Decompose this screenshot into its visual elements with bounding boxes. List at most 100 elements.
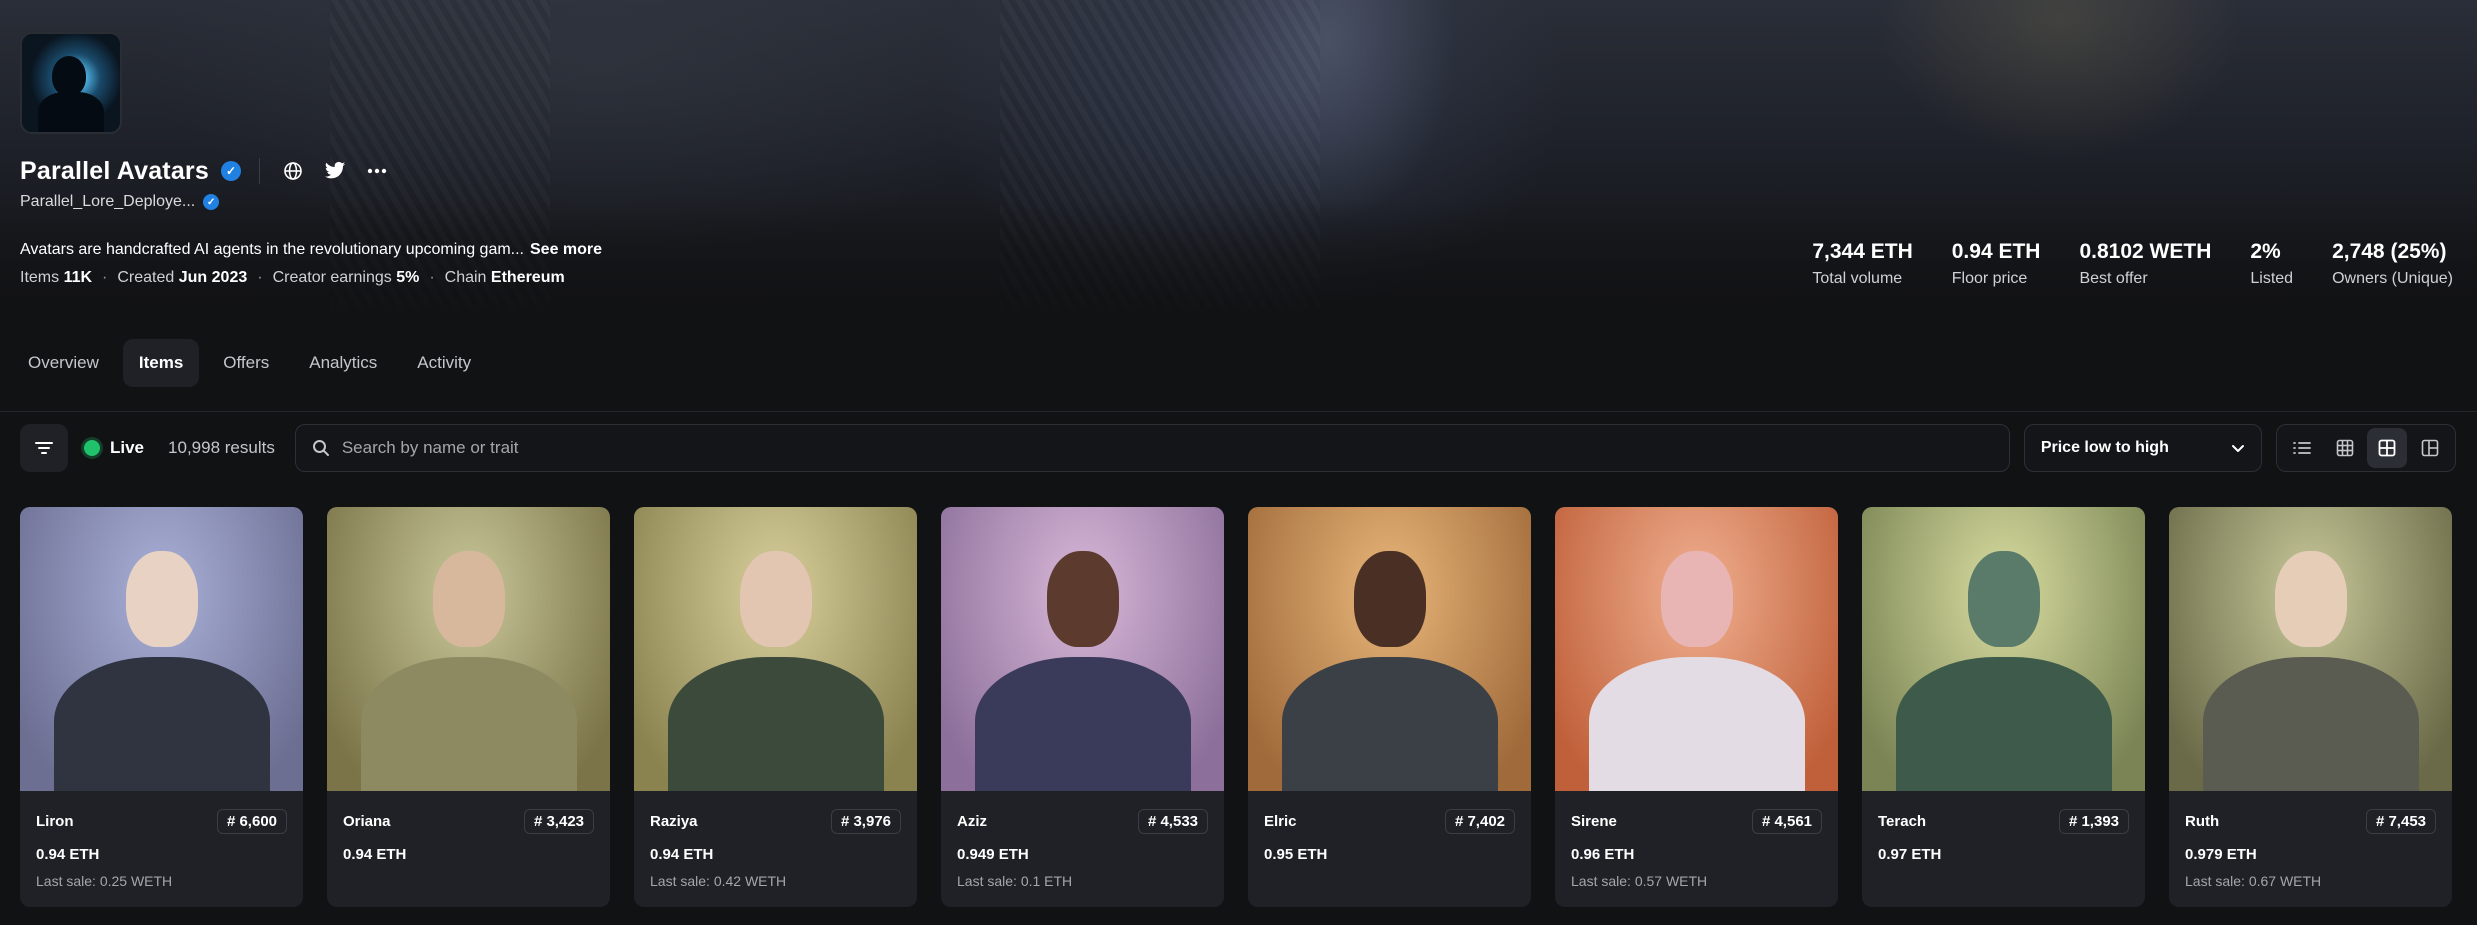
verified-badge-icon: ✓: [203, 194, 220, 210]
globe-icon[interactable]: [278, 156, 308, 186]
creator-link[interactable]: Parallel_Lore_Deploye...: [20, 193, 195, 211]
list-view-icon: [2293, 442, 2311, 454]
filter-icon: [35, 442, 53, 454]
item-number-badge: # 7,402: [1444, 809, 1515, 834]
collection-tabs: Overview Items Offers Analytics Activity: [12, 339, 487, 387]
search-input[interactable]: [341, 438, 1942, 458]
item-name: Sirene: [1571, 813, 1617, 830]
item-image: [634, 507, 917, 791]
meta-chain: Chain Ethereum: [444, 269, 565, 286]
tab-analytics[interactable]: Analytics: [293, 339, 393, 387]
sort-label: Price low to high: [2040, 439, 2169, 456]
item-card[interactable]: Elric # 7,402 0.95 ETH: [1248, 507, 1531, 907]
item-image: [1248, 507, 1531, 791]
item-image: [1862, 507, 2145, 791]
item-name: Ruth: [2185, 813, 2220, 830]
results-count: 10,998 results: [168, 438, 275, 457]
item-last-sale: Last sale: 0.1 ETH: [957, 873, 1073, 889]
item-card[interactable]: Ruth # 7,453 0.979 ETH Last sale: 0.67 W…: [2169, 507, 2452, 907]
search-box[interactable]: [294, 424, 2010, 472]
item-card[interactable]: Sirene # 4,561 0.96 ETH Last sale: 0.57 …: [1555, 507, 1838, 907]
grid-large-button[interactable]: [2367, 428, 2408, 468]
grid-small-button[interactable]: [2325, 428, 2365, 468]
item-price: 0.94 ETH: [343, 846, 407, 863]
item-price: 0.979 ETH: [2185, 846, 2257, 863]
items-toolbar: Live 10,998 results Price low to high: [20, 424, 2457, 472]
tab-offers[interactable]: Offers: [207, 339, 285, 387]
item-number-badge: # 3,976: [830, 809, 901, 834]
meta-separator: ·: [102, 269, 108, 286]
item-image: [2169, 507, 2452, 791]
chevron-down-icon: [2231, 444, 2244, 452]
live-dot-icon: [84, 440, 100, 456]
meta-items: Items 11K: [20, 269, 93, 286]
item-number-badge: # 1,393: [2058, 809, 2129, 834]
item-last-sale: Last sale: 0.67 WETH: [2185, 873, 2322, 889]
collection-meta: Items 11K · Created Jun 2023 · Creator e…: [20, 269, 565, 287]
item-last-sale: Last sale: 0.42 WETH: [650, 873, 787, 889]
filter-button[interactable]: [20, 424, 68, 472]
item-number-badge: # 7,453: [2365, 809, 2436, 834]
divider: [258, 158, 260, 184]
stat-floor-price: 0.94 ETH Floor price: [1951, 240, 2041, 287]
item-price: 0.949 ETH: [957, 846, 1029, 863]
item-price: 0.96 ETH: [1571, 846, 1635, 863]
tab-items[interactable]: Items: [122, 339, 200, 387]
collection-stats: 7,344 ETH Total volume 0.94 ETH Floor pr…: [1812, 240, 2453, 288]
item-name: Terach: [1878, 813, 1927, 830]
item-name: Aziz: [957, 813, 987, 830]
see-more-button[interactable]: See more: [530, 241, 602, 258]
item-card[interactable]: Aziz # 4,533 0.949 ETH Last sale: 0.1 ET…: [941, 507, 1224, 907]
gallery-view-button[interactable]: [2410, 428, 2450, 468]
item-image: [20, 507, 303, 791]
items-grid: Liron # 6,600 0.94 ETH Last sale: 0.25 W…: [20, 507, 2452, 907]
twitter-icon[interactable]: [320, 156, 350, 186]
item-price: 0.97 ETH: [1878, 846, 1942, 863]
collection-title-row: Parallel Avatars ✓: [20, 156, 392, 186]
item-image: [941, 507, 1224, 791]
sort-dropdown[interactable]: Price low to high: [2023, 424, 2262, 472]
item-card[interactable]: Raziya # 3,976 0.94 ETH Last sale: 0.42 …: [634, 507, 917, 907]
item-last-sale: Last sale: 0.25 WETH: [36, 873, 173, 889]
stat-best-offer: 0.8102 WETH Best offer: [2079, 240, 2212, 287]
grid-large-icon: [2378, 439, 2396, 457]
item-price: 0.95 ETH: [1264, 846, 1328, 863]
item-card[interactable]: Liron # 6,600 0.94 ETH Last sale: 0.25 W…: [20, 507, 303, 907]
stat-total-volume: 7,344 ETH Total volume: [1812, 240, 1913, 287]
collection-avatar: [20, 32, 122, 134]
collection-description: Avatars are handcrafted AI agents in the…: [20, 241, 602, 259]
item-last-sale: Last sale: 0.57 WETH: [1571, 873, 1708, 889]
live-label: Live: [110, 438, 145, 457]
meta-created: Created Jun 2023: [117, 269, 248, 286]
verified-badge-icon: ✓: [220, 161, 241, 181]
tab-activity[interactable]: Activity: [401, 339, 487, 387]
item-price: 0.94 ETH: [650, 846, 714, 863]
stat-listed: 2% Listed: [2250, 240, 2294, 287]
item-name: Elric: [1264, 813, 1297, 830]
view-toggle: [2275, 424, 2456, 472]
meta-creator-earnings: Creator earnings 5%: [272, 269, 420, 286]
description-text: Avatars are handcrafted AI agents in the…: [20, 241, 524, 258]
item-number-badge: # 4,561: [1751, 809, 1822, 834]
meta-separator: ·: [257, 269, 263, 286]
item-card[interactable]: Terach # 1,393 0.97 ETH: [1862, 507, 2145, 907]
grid-small-icon: [2336, 439, 2353, 457]
item-price: 0.94 ETH: [36, 846, 100, 863]
creator-row: Parallel_Lore_Deploye... ✓: [20, 193, 220, 211]
item-image: [327, 507, 610, 791]
item-name: Raziya: [650, 813, 698, 830]
list-view-button[interactable]: [2282, 428, 2322, 468]
collection-name: Parallel Avatars: [20, 156, 209, 185]
item-card[interactable]: Oriana # 3,423 0.94 ETH: [327, 507, 610, 907]
item-number-badge: # 3,423: [523, 809, 594, 834]
meta-separator: ·: [429, 269, 435, 286]
item-name: Liron: [36, 813, 74, 830]
live-indicator[interactable]: Live: [84, 438, 144, 458]
stat-owners: 2,748 (25%) Owners (Unique): [2332, 240, 2453, 287]
item-name: Oriana: [343, 813, 391, 830]
item-image: [1555, 507, 1838, 791]
item-number-badge: # 4,533: [1137, 809, 1208, 834]
more-icon[interactable]: [362, 156, 392, 186]
tab-overview[interactable]: Overview: [12, 339, 115, 387]
search-icon: [312, 440, 329, 456]
